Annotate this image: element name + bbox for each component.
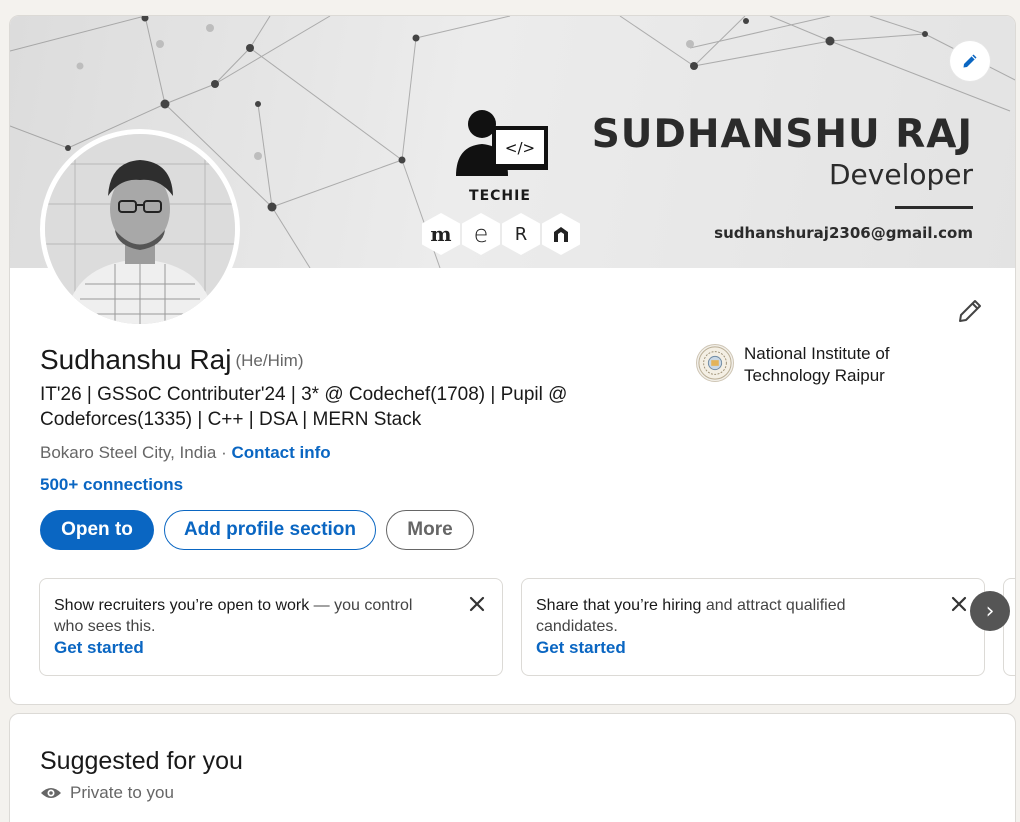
pencil-icon [963, 54, 977, 68]
profile-name: Sudhanshu Raj (He/Him) [40, 344, 303, 376]
private-label: Private to you [40, 783, 174, 803]
next-tip-card [1003, 578, 1015, 676]
svg-text:</>: </> [505, 139, 535, 157]
location-text: Bokaro Steel City, India [40, 443, 217, 462]
profile-headline: IT'26 | GSSoC Contributer'24 | 3* @ Code… [40, 384, 568, 430]
get-started-link[interactable]: Get started [536, 638, 970, 658]
add-profile-section-button[interactable]: Add profile section [164, 510, 376, 550]
react-hex: R [502, 213, 540, 255]
carousel-next-button[interactable]: › [970, 591, 1010, 631]
banner-divider [895, 206, 973, 209]
connections-link[interactable]: 500+ connections [40, 475, 183, 495]
eye-icon [41, 788, 61, 798]
close-icon[interactable] [466, 593, 488, 615]
tip-text: Show recruiters you’re open to work — yo… [54, 595, 424, 637]
tip-lead: Share that you’re hiring [536, 597, 702, 614]
node-hex [542, 213, 580, 255]
suggested-title: Suggested for you [40, 747, 243, 775]
pencil-icon [959, 300, 981, 322]
tip-lead: Show recruiters you’re open to work [54, 597, 310, 614]
profile-name-text: Sudhanshu Raj [40, 344, 232, 375]
close-icon[interactable] [948, 593, 970, 615]
suggested-card: Suggested for you Private to you [9, 713, 1016, 822]
express-hex: e [462, 213, 500, 255]
techie-label: TECHIE [469, 188, 531, 204]
more-button[interactable]: More [386, 510, 474, 550]
edit-intro-button[interactable] [950, 291, 990, 331]
pronouns: (He/Him) [235, 351, 304, 370]
profile-actions: Open to Add profile section More [40, 510, 474, 550]
open-to-work-card: Show recruiters you’re open to work — yo… [39, 578, 503, 676]
profile-photo[interactable] [40, 129, 240, 329]
profile-card: </> TECHIE m e R SUDHANSHU RAJ Developer… [9, 15, 1016, 705]
mongodb-hex: m [422, 213, 460, 255]
edit-banner-button[interactable] [950, 41, 990, 81]
private-text: Private to you [70, 783, 174, 802]
school-name: National Institute of Technology Raipur [744, 344, 890, 385]
school-link[interactable]: National Institute of Technology Raipur [696, 343, 934, 387]
avatar-image [45, 134, 235, 324]
profile-tips-carousel: Show recruiters you’re open to work — yo… [39, 578, 1015, 676]
contact-info-link[interactable]: Contact info [232, 443, 331, 462]
banner-role: Developer [828, 158, 973, 191]
get-started-link[interactable]: Get started [54, 638, 488, 658]
banner-email: sudhanshuraj2306@gmail.com [714, 224, 973, 242]
open-to-button[interactable]: Open to [40, 510, 154, 550]
tip-text: Share that you’re hiring and attract qua… [536, 595, 906, 637]
profile-location: Bokaro Steel City, India · Contact info [40, 443, 331, 463]
node-icon [554, 227, 568, 242]
mern-stack-logos: m e R [422, 213, 580, 257]
separator: · [216, 443, 232, 462]
nit-raipur-logo-icon [696, 344, 734, 382]
hiring-card: Share that you’re hiring and attract qua… [521, 578, 985, 676]
banner-name: SUDHANSHU RAJ [591, 112, 973, 157]
